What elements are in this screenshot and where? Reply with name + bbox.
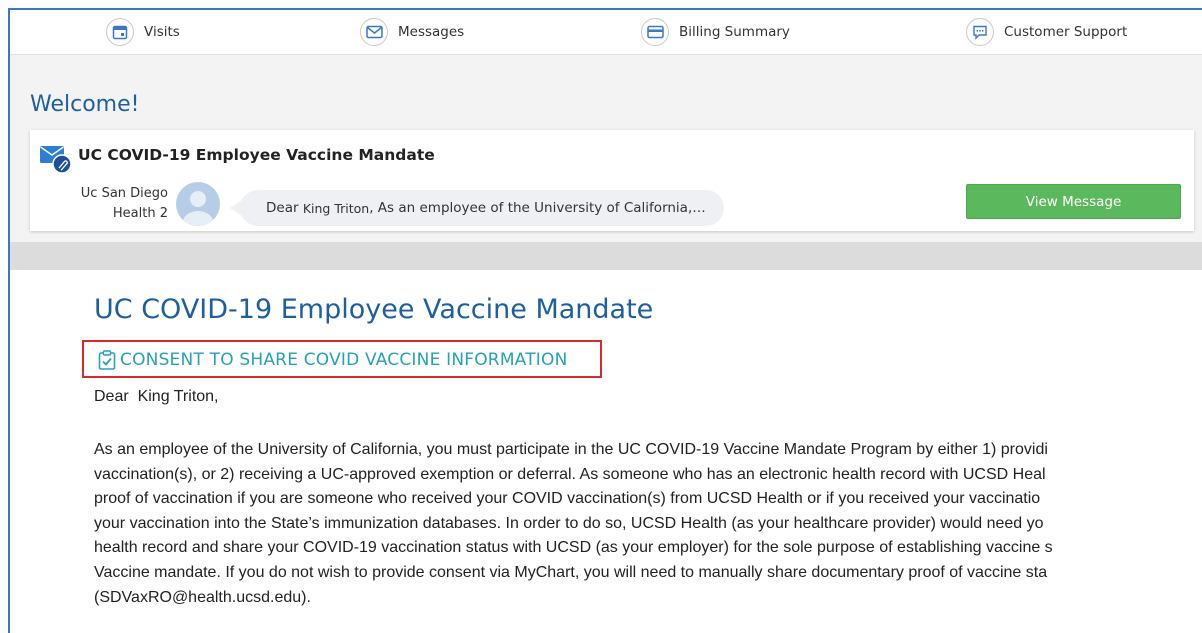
welcome-heading: Welcome! xyxy=(30,92,140,117)
paragraph-line: (SDVaxRO@health.ucsd.edu). xyxy=(94,588,311,606)
body-paragraph: As an employee of the University of Cali… xyxy=(94,438,1202,610)
consent-link-label: CONSENT TO SHARE COVID VACCINE INFORMATI… xyxy=(120,350,568,370)
nav-customer-support[interactable]: Customer Support xyxy=(966,10,1127,54)
envelope-icon xyxy=(360,18,388,46)
greeting: Dear King Triton, xyxy=(94,388,219,405)
nav-messages[interactable]: Messages xyxy=(360,10,464,54)
message-preview: Dear King Triton, As an employee of the … xyxy=(240,190,724,226)
sender-line-1: Uc San Diego xyxy=(80,186,168,201)
paragraph-line: health record and share your COVID-19 va… xyxy=(94,539,1053,557)
paragraph-line: proof of vaccination if you are someone … xyxy=(94,490,1041,508)
view-message-button[interactable]: View Message xyxy=(966,184,1181,219)
message-card[interactable]: UC COVID-19 Employee Vaccine Mandate Uc … xyxy=(30,130,1194,231)
clipboard-check-icon xyxy=(98,350,116,370)
credit-card-icon xyxy=(641,18,669,46)
document-title: UC COVID-19 Employee Vaccine Mandate xyxy=(94,294,654,325)
message-sender: Uc San Diego Health 2 xyxy=(72,184,168,224)
avatar xyxy=(176,182,220,226)
preview-prefix: Dear xyxy=(266,200,299,216)
paragraph-line: vaccination(s), or 2) receiving a UC-app… xyxy=(94,465,1046,483)
message-body: UC COVID-19 Employee Vaccine Mandate CON… xyxy=(10,270,1202,633)
paragraph-line: As an employee of the University of Cali… xyxy=(94,441,1048,458)
chat-icon xyxy=(966,18,994,46)
message-subject[interactable]: UC COVID-19 Employee Vaccine Mandate xyxy=(78,146,435,164)
nav-visits[interactable]: Visits xyxy=(106,10,180,54)
nav-visits-label: Visits xyxy=(144,24,180,40)
preview-suffix: , As an employee of the University of Ca… xyxy=(369,200,706,216)
consent-link[interactable]: CONSENT TO SHARE COVID VACCINE INFORMATI… xyxy=(98,350,568,370)
calendar-icon xyxy=(106,18,134,46)
nav-billing-summary[interactable]: Billing Summary xyxy=(641,10,790,54)
section-divider xyxy=(10,242,1202,270)
top-nav: Visits Messages Billing Summary Customer… xyxy=(10,10,1202,55)
app-frame: Visits Messages Billing Summary Customer… xyxy=(8,8,1202,633)
nav-billing-label: Billing Summary xyxy=(679,24,790,40)
nav-support-label: Customer Support xyxy=(1004,24,1128,40)
paragraph-line: your vaccination into the State’s immuni… xyxy=(94,514,1044,532)
nav-messages-label: Messages xyxy=(398,24,465,40)
attachment-message-icon xyxy=(40,144,72,174)
sender-line-2: Health 2 xyxy=(112,206,168,221)
paragraph-line: Vaccine mandate. If you do not wish to p… xyxy=(94,563,1048,581)
preview-name: King Triton xyxy=(302,200,370,216)
